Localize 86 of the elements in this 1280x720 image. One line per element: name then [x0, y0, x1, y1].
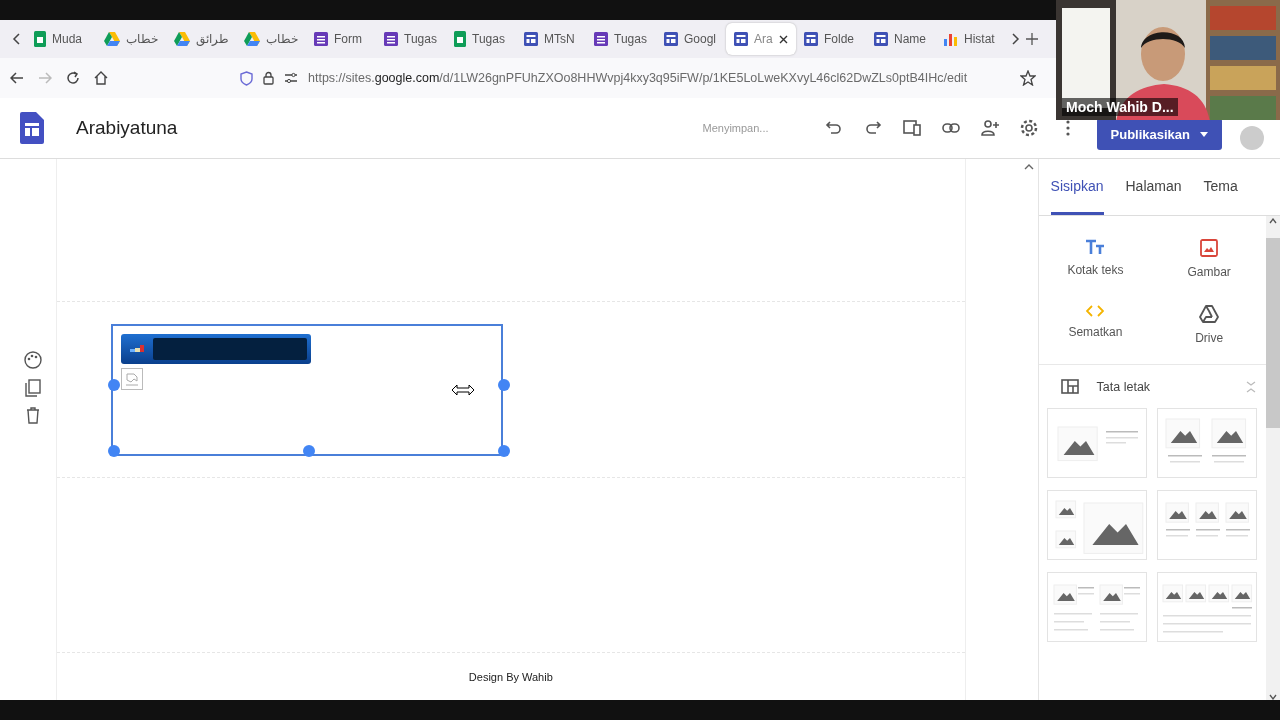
scroll-up-icon[interactable]	[1023, 163, 1034, 170]
dropdown-icon	[1200, 131, 1208, 137]
palette-icon[interactable]	[23, 351, 42, 369]
layout-option[interactable]	[1156, 572, 1257, 642]
scroll-up-icon[interactable]	[1269, 218, 1277, 224]
copy-icon[interactable]	[24, 379, 41, 397]
browser-tab[interactable]: Googl	[656, 23, 726, 55]
browser-tab[interactable]: Tugas	[586, 23, 656, 55]
text-box-icon	[1085, 239, 1106, 255]
url-text: https://sites.google.com/d/1LW26gnPFUhZXOo8HHWvpj4kxy3q95iFW/p/1KE5LoLweKXvyL46cl62DwZLs0ptB4IHc/edit	[308, 71, 969, 85]
sites-icon	[664, 32, 678, 46]
layout-icon	[1060, 379, 1079, 394]
permissions-icon[interactable]	[284, 72, 298, 84]
close-icon[interactable]	[778, 34, 788, 44]
broken-image-icon	[120, 368, 143, 390]
participant-name: Moch Wahib D...	[1062, 98, 1178, 116]
shield-icon	[240, 70, 253, 86]
forms-icon	[384, 32, 398, 46]
browser-tab[interactable]: Folde	[796, 23, 866, 55]
resize-handle[interactable]	[497, 379, 510, 391]
selected-image-frame[interactable]	[110, 324, 503, 456]
sites-icon	[524, 32, 538, 46]
browser-tab[interactable]: Name	[866, 23, 936, 55]
browser-tab[interactable]: خطاب	[236, 23, 306, 55]
drive-icon	[1199, 305, 1220, 323]
chevron-left-icon	[12, 33, 20, 45]
sites-icon	[734, 32, 748, 46]
forms-icon	[594, 32, 608, 46]
layout-option[interactable]	[1156, 408, 1257, 478]
site-title[interactable]: Arabiyatuna	[76, 117, 178, 139]
layout-option[interactable]	[1046, 408, 1147, 478]
browser-tab[interactable]: Muda	[26, 23, 96, 55]
new-tab-icon[interactable]	[1026, 33, 1038, 45]
save-status: Menyimpan...	[702, 122, 769, 134]
browser-tab[interactable]: Tugas	[446, 23, 516, 55]
drive-icon	[174, 32, 190, 46]
panel-tab[interactable]: Halaman	[1125, 159, 1182, 215]
scrollbar-thumb[interactable]	[1266, 238, 1280, 428]
undo-icon[interactable]	[824, 119, 843, 137]
delete-icon[interactable]	[25, 407, 40, 424]
home-icon[interactable]	[94, 71, 108, 85]
resize-handle[interactable]	[497, 445, 510, 457]
publish-button[interactable]: Publikasikan	[1096, 118, 1222, 150]
back-icon[interactable]	[10, 72, 24, 84]
layout-option[interactable]	[1046, 490, 1147, 560]
chevron-right-icon	[1012, 33, 1020, 45]
footer-text: Design By Wahib	[468, 670, 553, 683]
insert-item[interactable]: Kotak teks	[1038, 238, 1153, 280]
sites-logo-icon	[20, 112, 44, 144]
browser-tab[interactable]: Histat	[936, 23, 1006, 55]
browser-tab[interactable]: طرائق	[166, 23, 236, 55]
sites-icon	[874, 32, 888, 46]
reload-icon[interactable]	[66, 71, 80, 85]
settings-icon[interactable]	[1019, 119, 1038, 137]
scroll-down-icon[interactable]	[1269, 694, 1277, 700]
sheets-icon	[454, 31, 466, 47]
browser-tab[interactable]: Tugas	[376, 23, 446, 55]
resize-handle[interactable]	[107, 379, 120, 391]
add-person-icon[interactable]	[980, 119, 999, 137]
browser-tab[interactable]: Ara	[726, 23, 796, 55]
resize-cursor-icon	[450, 384, 475, 396]
section-title[interactable]: Tata letak	[1096, 379, 1228, 394]
resize-handle[interactable]	[302, 445, 315, 457]
insert-item[interactable]: Drive	[1152, 304, 1266, 346]
layout-option[interactable]	[1046, 572, 1147, 642]
layout-option[interactable]	[1156, 490, 1257, 560]
devices-icon[interactable]	[902, 119, 921, 137]
browser-tab[interactable]: Form	[306, 23, 376, 55]
star-icon[interactable]	[1020, 70, 1036, 86]
forms-icon	[314, 32, 328, 46]
lock-icon	[263, 71, 274, 85]
panel-tab[interactable]: Tema	[1203, 159, 1238, 215]
image-icon	[1200, 239, 1219, 257]
drive-icon	[244, 32, 260, 46]
resize-handle[interactable]	[107, 445, 120, 457]
insert-item[interactable]: Gambar	[1152, 238, 1266, 280]
insert-item[interactable]: Sematkan	[1038, 304, 1153, 346]
browser-tab[interactable]: MTsN	[516, 23, 586, 55]
drive-icon	[104, 32, 120, 46]
redo-icon[interactable]	[863, 119, 882, 137]
browser-tab[interactable]: خطاب	[96, 23, 166, 55]
sheets-icon	[34, 31, 46, 47]
sites-icon	[804, 32, 818, 46]
bar-chart-icon	[944, 32, 958, 46]
code-icon	[1086, 305, 1105, 317]
panel-tab[interactable]: Sisipkan	[1050, 159, 1104, 215]
